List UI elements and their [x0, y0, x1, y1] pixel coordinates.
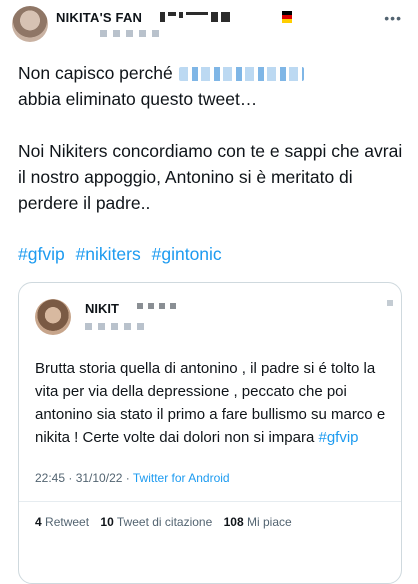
censored-handle-pixels	[85, 323, 175, 333]
author-name[interactable]: NIKITA'S FAN	[56, 10, 142, 25]
tweet-text-line1: Non capisco perché	[18, 63, 173, 83]
tweet-date: 31/10/22	[75, 471, 123, 485]
quoted-tweet[interactable]: NIKIT Brutta storia quella di antonino ,…	[18, 282, 402, 584]
hashtag-link[interactable]: #gfvip	[318, 429, 358, 446]
avatar[interactable]	[12, 6, 48, 42]
hashtag-list: #gfvip #nikiters #gintonic	[18, 244, 228, 265]
tweet-text-line1b: abbia eliminato questo tweet…	[18, 89, 258, 109]
censored-name-pixels	[137, 303, 197, 313]
tweet-text-para2: Noi Nikiters concordiamo con te e sappi …	[18, 141, 403, 213]
tweet-body: Non capisco perché abbia eliminato quest…	[18, 60, 408, 216]
divider	[19, 501, 401, 502]
quote-tweet-count[interactable]: 10 Tweet di citazione	[100, 515, 212, 529]
censored-handle-pixels	[100, 30, 180, 40]
quoted-avatar[interactable]	[35, 299, 71, 335]
quoted-author-name[interactable]: NIKIT	[85, 301, 119, 316]
quoted-tweet-text: Brutta storia quella di antonino , il pa…	[35, 357, 395, 449]
censored-mention	[178, 67, 304, 82]
retweet-count[interactable]: 4 Retweet	[35, 515, 89, 529]
tweet-time: 22:45	[35, 471, 66, 485]
tweet-stats: 4 Retweet 10 Tweet di citazione 108 Mi p…	[35, 515, 300, 529]
more-horizontal-icon[interactable]: •••	[384, 10, 402, 26]
hashtag-link[interactable]: #gintonic	[152, 244, 222, 264]
hashtag-link[interactable]: #gfvip	[18, 244, 65, 264]
tweet-source[interactable]: Twitter for Android	[133, 471, 230, 485]
tweet-header: NIKITA'S FAN •••	[12, 6, 406, 42]
tweet-timestamp: 22:45 · 31/10/22 · Twitter for Android	[35, 471, 230, 485]
like-count[interactable]: 108 Mi piace	[224, 515, 292, 529]
censored-name-pixels	[160, 12, 270, 24]
hashtag-link[interactable]: #nikiters	[76, 244, 141, 264]
censored-pixel	[387, 300, 393, 306]
german-flag-icon	[282, 11, 292, 23]
